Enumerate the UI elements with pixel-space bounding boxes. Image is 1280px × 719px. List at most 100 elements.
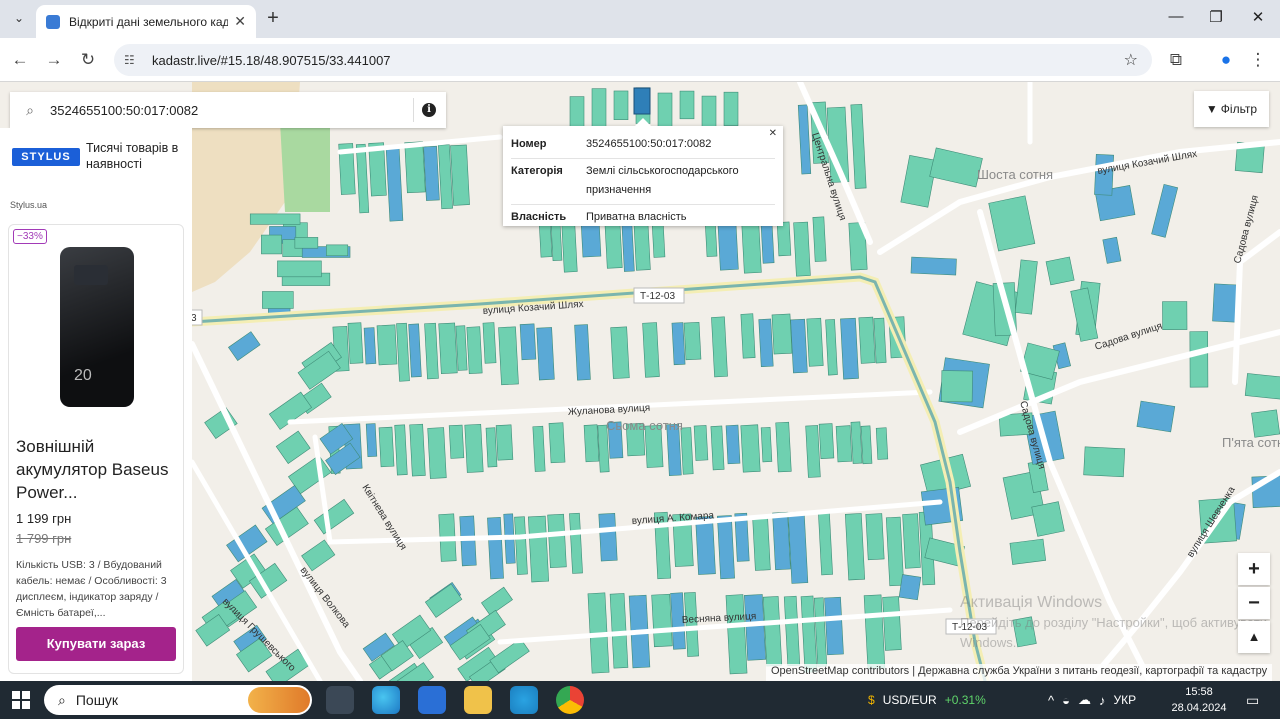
land-parcel[interactable] <box>860 425 873 465</box>
land-parcel[interactable] <box>651 593 673 648</box>
land-parcel[interactable] <box>574 324 591 381</box>
cloud-icon[interactable]: ☁ <box>1078 692 1091 708</box>
land-parcel[interactable] <box>277 260 322 278</box>
minimize-button[interactable]: — <box>1166 8 1186 25</box>
cadastral-search-box[interactable]: ⌕ 3524655100:50:017:0082 i <box>10 92 446 128</box>
notifications-icon[interactable]: ▭ <box>1246 681 1259 719</box>
land-parcel[interactable] <box>423 145 440 201</box>
land-parcel[interactable] <box>772 511 791 571</box>
land-parcel[interactable] <box>583 424 600 463</box>
land-parcel[interactable] <box>438 322 458 374</box>
land-parcel[interactable] <box>873 317 887 364</box>
land-parcel[interactable] <box>850 421 863 464</box>
land-parcel[interactable] <box>910 256 957 276</box>
back-button[interactable]: ← <box>8 48 32 72</box>
land-parcel[interactable] <box>863 594 886 670</box>
power-bank-image[interactable]: 20 <box>60 247 134 407</box>
land-parcel[interactable] <box>775 421 792 473</box>
reset-north-button[interactable]: ▲ <box>1238 621 1270 653</box>
speaker-icon[interactable]: ♪ <box>1099 693 1106 708</box>
land-parcel[interactable] <box>598 513 618 562</box>
forward-button[interactable]: → <box>42 48 66 72</box>
land-parcel[interactable] <box>495 424 514 461</box>
land-parcel[interactable] <box>1031 501 1065 537</box>
maximize-button[interactable]: ❐ <box>1206 8 1226 26</box>
land-parcel[interactable] <box>262 291 294 309</box>
land-parcel[interactable] <box>1045 256 1075 286</box>
land-parcel[interactable] <box>717 515 735 580</box>
currency-widget[interactable]: $ USD/EUR +0.31% <box>868 681 986 719</box>
land-parcel[interactable] <box>710 425 725 471</box>
chevron-up-icon[interactable]: ^ <box>1048 693 1054 708</box>
info-icon[interactable]: i <box>422 103 436 117</box>
land-parcel[interactable] <box>790 318 808 374</box>
land-parcel[interactable] <box>487 517 504 580</box>
tab-active[interactable]: Відкриті дані земельного када ✕ <box>36 5 256 38</box>
land-parcel[interactable] <box>642 322 660 378</box>
land-parcel[interactable] <box>347 322 364 364</box>
land-parcel[interactable] <box>740 424 761 473</box>
land-parcel[interactable] <box>683 321 702 361</box>
file-explorer-icon[interactable] <box>464 686 492 714</box>
land-parcel[interactable] <box>427 427 447 479</box>
land-parcel[interactable] <box>448 424 465 459</box>
reload-button[interactable]: ↻ <box>76 48 100 72</box>
new-tab-button[interactable]: + <box>262 8 284 28</box>
land-parcel[interactable] <box>536 327 555 381</box>
land-parcel[interactable] <box>711 316 728 378</box>
land-parcel[interactable] <box>261 234 282 255</box>
zoom-in-button[interactable]: + <box>1238 553 1270 585</box>
land-parcel[interactable] <box>249 213 301 225</box>
tab-search-menu-button[interactable]: ⌄ <box>8 7 30 29</box>
land-parcel[interactable] <box>835 425 853 463</box>
bookmark-star-icon[interactable]: ☆ <box>1124 50 1138 70</box>
stylus-logo[interactable]: STYLUS <box>12 148 80 166</box>
close-tab-icon[interactable]: ✕ <box>234 13 246 30</box>
land-parcel[interactable] <box>760 427 773 463</box>
land-parcel[interactable] <box>758 318 774 368</box>
land-parcel[interactable] <box>865 513 885 561</box>
land-parcel[interactable] <box>498 326 519 386</box>
site-info-icon[interactable]: ☷ <box>124 53 142 67</box>
land-parcel[interactable] <box>844 513 866 581</box>
land-parcel[interactable] <box>693 425 709 461</box>
land-parcel[interactable] <box>569 96 585 131</box>
land-parcel[interactable] <box>591 88 607 129</box>
land-parcel[interactable] <box>1251 409 1280 438</box>
land-parcel[interactable] <box>404 141 426 194</box>
land-parcel[interactable] <box>378 426 395 468</box>
land-parcel[interactable] <box>787 511 809 584</box>
land-parcel[interactable] <box>376 324 398 366</box>
land-parcel[interactable] <box>326 244 349 257</box>
language-indicator[interactable]: УКР <box>1113 693 1136 707</box>
land-parcel[interactable] <box>776 221 792 257</box>
land-parcel[interactable] <box>294 237 319 249</box>
map-attribution[interactable]: OpenStreetMap contributors | Державна сл… <box>766 664 1273 681</box>
start-button[interactable] <box>12 691 30 709</box>
land-parcel[interactable] <box>1136 400 1176 433</box>
extensions-icon[interactable]: ⧉ <box>1164 48 1188 72</box>
land-parcel[interactable] <box>1189 331 1209 388</box>
menu-icon[interactable]: ⋮ <box>1246 48 1270 72</box>
network-icon[interactable]: ◒ <box>1062 693 1070 708</box>
land-parcel[interactable] <box>1009 538 1047 565</box>
land-parcel[interactable] <box>902 513 921 569</box>
selected-parcel[interactable] <box>633 87 651 115</box>
land-parcel[interactable] <box>680 427 694 475</box>
land-parcel[interactable] <box>464 423 484 473</box>
land-parcel[interactable] <box>762 596 783 667</box>
store-icon[interactable] <box>418 686 446 714</box>
land-parcel[interactable] <box>824 596 844 656</box>
edge-icon[interactable] <box>372 686 400 714</box>
land-parcel[interactable] <box>466 326 483 374</box>
land-parcel[interactable] <box>818 423 835 459</box>
land-parcel[interactable] <box>812 216 827 262</box>
land-parcel[interactable] <box>806 317 824 367</box>
task-view-icon[interactable] <box>326 686 354 714</box>
land-parcel[interactable] <box>723 91 739 126</box>
land-parcel[interactable] <box>752 517 771 571</box>
land-parcel[interactable] <box>858 316 876 364</box>
land-parcel[interactable] <box>548 422 566 464</box>
telegram-icon[interactable] <box>510 686 538 714</box>
land-parcel[interactable] <box>363 327 377 365</box>
